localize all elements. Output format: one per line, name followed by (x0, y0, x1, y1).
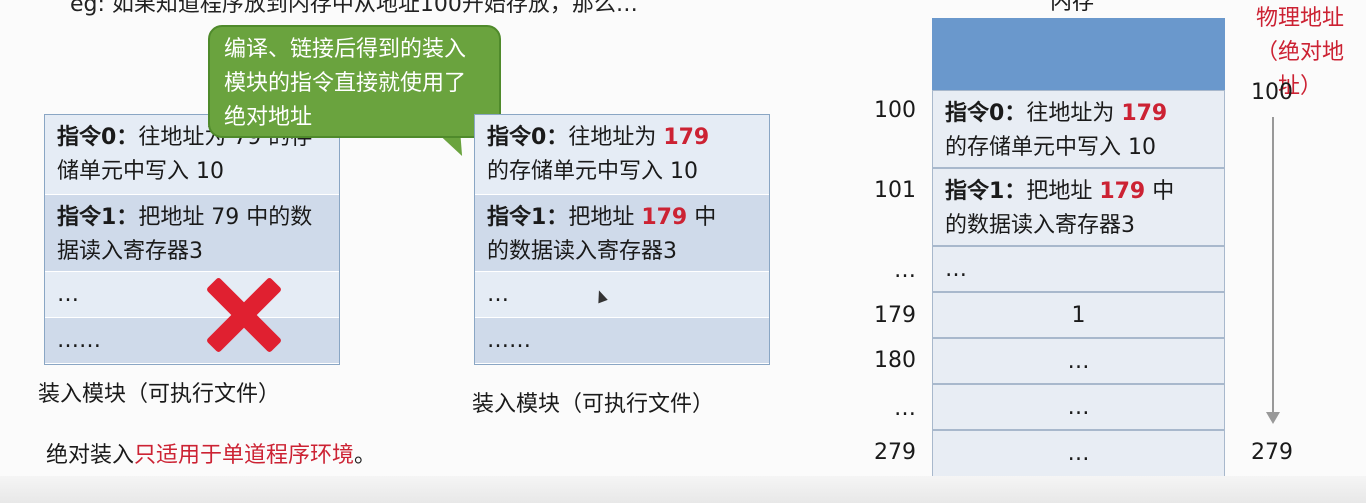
invalid-cross-icon (205, 276, 281, 352)
memory-cell-279: … (932, 430, 1225, 478)
right-row-0: 指令0：往地址为 179 的存储单元中写入 10 (475, 115, 769, 195)
memory-cell-101: 指令1：把地址 179 中的数据读入寄存器3 (932, 168, 1225, 246)
left-row-1: 指令1：把地址 79 中的数据读入寄存器3 (45, 195, 339, 272)
left-row-2: … (45, 272, 339, 318)
absolute-loading-note: 绝对装入只适用于单道程序环境。 (46, 443, 377, 468)
memory-cell-179: 1 (932, 292, 1225, 338)
address-label: … (894, 258, 916, 283)
memory-cell-ellipsis-2: … (932, 384, 1225, 430)
left-row-3: …… (45, 318, 339, 364)
right-row-1: 指令1：把地址 179 中的数据读入寄存器3 (475, 195, 769, 272)
slide-heading: eg: 如果知道程序放到内存中从地址100开始存放，那么… (70, 0, 638, 17)
right-row-3: …… (475, 318, 769, 364)
bottom-bar (0, 476, 1366, 503)
left-load-module: 指令0：往地址为 79 的存储单元中写入 10 指令1：把地址 79 中的数据读… (44, 114, 340, 365)
memory-cell-100: 指令0：往地址为 179 的存储单元中写入 10 (932, 90, 1225, 168)
address-label: … (894, 396, 916, 421)
right-module-caption: 装入模块（可执行文件） (472, 392, 715, 417)
physical-address-start: 100 (1251, 80, 1293, 105)
address-label: 100 (874, 98, 916, 123)
memory-cell-ellipsis: … (932, 246, 1225, 292)
address-label: 101 (874, 178, 916, 203)
right-load-module: 指令0：往地址为 179 的存储单元中写入 10 指令1：把地址 179 中的数据… (474, 114, 770, 365)
callout-bubble: 编译、链接后得到的装入模块的指令直接就使用了绝对地址 (208, 25, 501, 138)
address-range-arrow (1272, 117, 1274, 417)
memory-cell-180: … (932, 338, 1225, 384)
address-label: 180 (874, 348, 916, 373)
right-row-2: … (475, 272, 769, 318)
physical-address-end: 279 (1251, 440, 1293, 465)
left-module-caption: 装入模块（可执行文件） (38, 382, 281, 407)
address-label: 279 (874, 440, 916, 465)
memory-label: 内存 (1050, 0, 1095, 15)
address-label: 179 (874, 303, 916, 328)
arrow-down-icon (1266, 412, 1280, 424)
